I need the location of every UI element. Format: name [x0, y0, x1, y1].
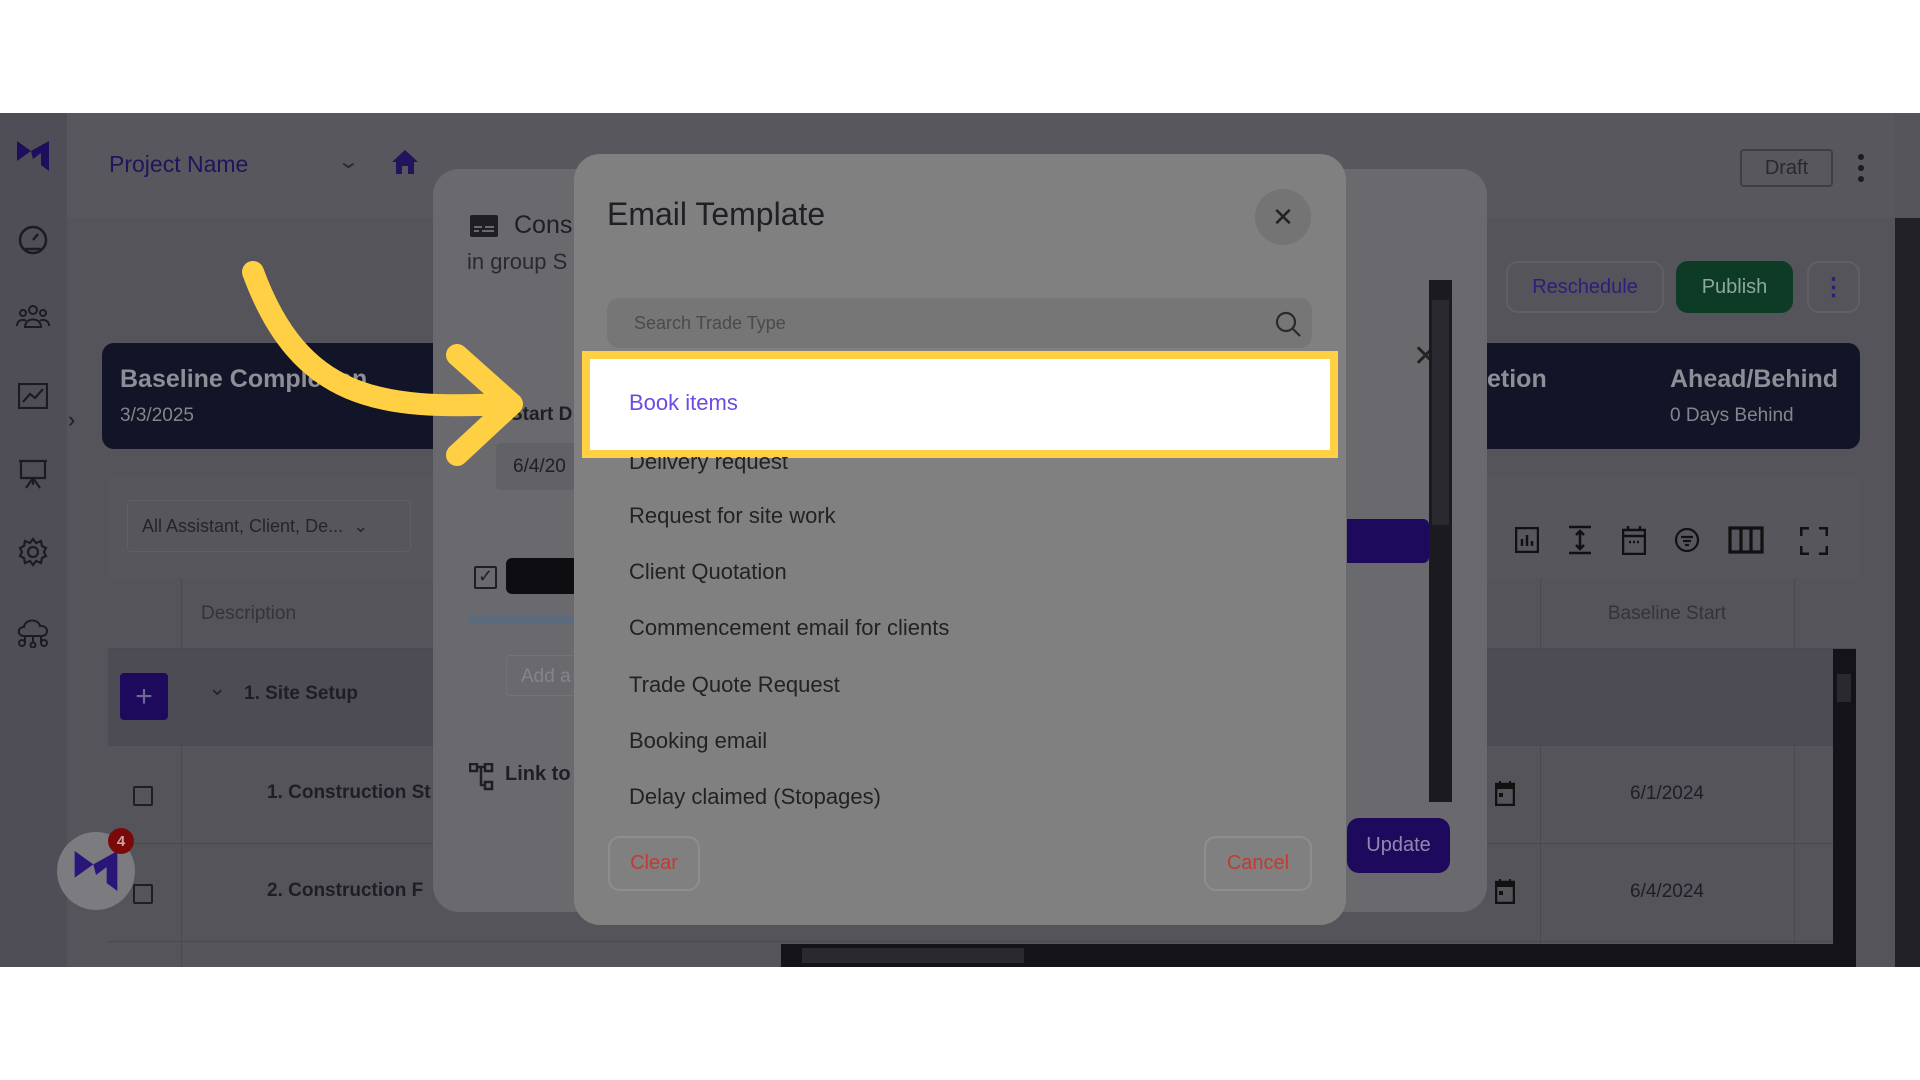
- template-item[interactable]: Booking email: [629, 728, 767, 754]
- row-baseline-start: 6/1/2024: [1630, 783, 1704, 804]
- ahead-behind-label: Ahead/Behind: [1670, 365, 1839, 393]
- task-icon: [470, 215, 498, 242]
- add-task-button[interactable]: +: [120, 673, 168, 720]
- sidebar: [0, 113, 67, 967]
- highlighted-template-item[interactable]: Book items: [582, 351, 1338, 458]
- analytics-icon[interactable]: [14, 377, 52, 415]
- link-to-label[interactable]: Link to: [505, 763, 571, 786]
- calendar-icon[interactable]: [1621, 525, 1647, 560]
- table-horizontal-scrollbar[interactable]: [781, 944, 1856, 967]
- row-description[interactable]: 2. Construction F: [267, 880, 423, 902]
- presentation-icon[interactable]: [14, 455, 52, 493]
- search-icon[interactable]: [1274, 310, 1302, 338]
- calendar-icon[interactable]: [1494, 780, 1516, 811]
- template-item[interactable]: Request for site work: [629, 503, 836, 529]
- template-item[interactable]: Trade Quote Request: [629, 672, 840, 698]
- project-name-select[interactable]: Project Name: [109, 151, 248, 178]
- sidebar-expand-chevron-icon[interactable]: ›: [68, 407, 90, 443]
- row-baseline-start: 6/4/2024: [1630, 881, 1704, 902]
- link-hierarchy-icon: [468, 762, 497, 796]
- group-title[interactable]: 1. Site Setup: [244, 683, 358, 705]
- row-checkbox[interactable]: [133, 884, 153, 904]
- collapse-chevron-icon[interactable]: ⌄: [208, 675, 226, 701]
- cloud-network-icon[interactable]: [14, 613, 52, 651]
- start-date-input[interactable]: 6/4/20: [496, 443, 586, 490]
- dashboard-icon[interactable]: [14, 220, 52, 258]
- close-icon: ✕: [1272, 201, 1294, 232]
- row-checkbox[interactable]: [133, 786, 153, 806]
- task-title: Cons: [514, 211, 573, 239]
- chart-view-icon[interactable]: [1514, 526, 1540, 558]
- baseline-completion-label: Baseline Completion: [120, 365, 368, 393]
- reschedule-button[interactable]: Reschedule: [1506, 261, 1664, 313]
- assignee-filter-select[interactable]: All Assistant, Client, De... ⌄: [127, 500, 411, 552]
- checklist-checkbox[interactable]: ✓: [474, 566, 497, 589]
- clear-button[interactable]: Clear: [608, 836, 700, 891]
- column-header-description[interactable]: Description: [201, 603, 296, 625]
- chevron-down-icon: ⌄: [353, 515, 369, 536]
- settings-icon[interactable]: [14, 533, 52, 571]
- table-vertical-scrollbar[interactable]: [1833, 649, 1856, 967]
- calendar-icon[interactable]: [1494, 878, 1516, 909]
- assignee-filter-value: All Assistant, Client, De...: [142, 515, 344, 536]
- completion-label: etion: [1487, 365, 1547, 393]
- columns-icon[interactable]: [1728, 526, 1764, 559]
- template-item[interactable]: Client Quotation: [629, 559, 787, 585]
- page-scrollbar[interactable]: [1895, 218, 1920, 967]
- task-group: in group S: [467, 249, 568, 274]
- chevron-down-icon[interactable]: ⌄: [337, 149, 360, 174]
- template-item[interactable]: Delay claimed (Stopages): [629, 784, 881, 810]
- ahead-behind-value: 0 Days Behind: [1670, 405, 1794, 426]
- cancel-button[interactable]: Cancel: [1204, 836, 1312, 891]
- template-item-book-items[interactable]: Book items: [629, 390, 738, 416]
- more-actions-button[interactable]: ⋮: [1807, 261, 1860, 313]
- template-item[interactable]: Commencement email for clients: [629, 615, 949, 641]
- team-icon[interactable]: [14, 297, 52, 335]
- app-logo[interactable]: [17, 141, 49, 176]
- draft-status-button[interactable]: Draft: [1740, 149, 1833, 187]
- assistant-logo-icon: [74, 851, 118, 891]
- notification-count-badge: 4: [108, 828, 134, 854]
- start-date-label: Start D: [510, 404, 573, 425]
- checklist-progress-bar: [467, 616, 587, 623]
- modal-close-button[interactable]: ✕: [1255, 189, 1311, 245]
- primary-action-bar[interactable]: [1347, 519, 1429, 563]
- search-placeholder: Search Trade Type: [634, 313, 786, 333]
- row-description[interactable]: 1. Construction St: [267, 782, 431, 804]
- fullscreen-icon[interactable]: [1799, 526, 1829, 560]
- baseline-completion-date: 3/3/2025: [120, 405, 194, 426]
- header-more-icon[interactable]: [1855, 151, 1867, 185]
- publish-button[interactable]: Publish: [1676, 261, 1793, 313]
- modal-title: Email Template: [607, 196, 826, 232]
- search-trade-type-input[interactable]: Search Trade Type: [607, 298, 1312, 348]
- update-button[interactable]: Update: [1347, 818, 1450, 873]
- filter-icon[interactable]: [1674, 527, 1700, 558]
- column-header-baseline-start[interactable]: Baseline Start: [1540, 603, 1794, 625]
- panel-scrollbar[interactable]: [1429, 280, 1452, 802]
- home-icon[interactable]: [391, 149, 419, 180]
- expand-rows-icon[interactable]: [1568, 525, 1592, 560]
